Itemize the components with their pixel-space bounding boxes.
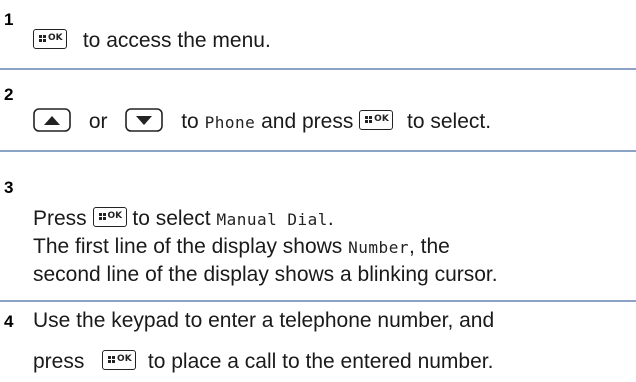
step-number: 1 — [4, 10, 14, 29]
step-divider — [0, 150, 636, 152]
menu-grid-icon — [39, 35, 46, 42]
menu-grid-icon — [98, 213, 106, 220]
ok-key-label: OK — [48, 33, 63, 43]
step-number: 4 — [4, 312, 14, 331]
press-text: Press — [33, 207, 87, 230]
step-3-line-3: second line of the display shows a blink… — [33, 262, 498, 288]
step-divider — [0, 68, 636, 70]
step-divider — [0, 300, 636, 302]
display-line-text: The first line of the display shows — [33, 235, 343, 258]
step-2-line: or to Phone and press OK to select. — [33, 108, 491, 136]
or-text: or — [88, 110, 108, 133]
and-press-text: and press — [261, 110, 354, 133]
step-3-line-2: The first line of the display shows Numb… — [33, 234, 450, 261]
step-number: 2 — [4, 85, 14, 104]
menu-item-phone: Phone — [204, 113, 256, 132]
step-3-line-1: Press OK to select Manual Dial. — [33, 206, 334, 233]
step-4-line-1: Use the keypad to enter a telephone numb… — [33, 308, 494, 334]
step-4-line-2: press OK to place a call to the entered … — [33, 349, 493, 375]
press-text: press — [33, 350, 85, 373]
menu-ok-button-icon: OK — [33, 29, 67, 49]
place-call-text: to place a call to the entered number. — [147, 350, 494, 373]
step-1-text: to access the menu. — [82, 29, 271, 52]
ok-key-label: OK — [107, 211, 123, 221]
step-number: 3 — [4, 178, 14, 197]
to-text: to — [181, 110, 199, 133]
to-select-text: to select. — [407, 110, 492, 133]
to-select-text: to select — [132, 207, 211, 230]
down-arrow-button-icon — [125, 108, 164, 132]
menu-ok-button-icon: OK — [92, 207, 127, 227]
ok-key-label: OK — [374, 114, 389, 124]
display-line-text-post: , the — [408, 235, 450, 258]
display-number-text: Number — [348, 238, 409, 257]
cursor-line-text: second line of the display shows a blink… — [33, 263, 498, 286]
step-1-line: OK to access the menu. — [33, 28, 271, 54]
menu-ok-button-icon: OK — [359, 110, 394, 130]
keypad-text: Use the keypad to enter a telephone numb… — [33, 309, 495, 332]
menu-grid-icon — [365, 116, 373, 123]
up-arrow-button-icon — [33, 108, 71, 132]
menu-ok-button-icon: OK — [102, 350, 137, 370]
period-text: . — [327, 207, 334, 230]
ok-key-label: OK — [117, 354, 132, 364]
menu-item-manual-dial: Manual Dial — [216, 210, 328, 229]
menu-grid-icon — [108, 356, 116, 363]
